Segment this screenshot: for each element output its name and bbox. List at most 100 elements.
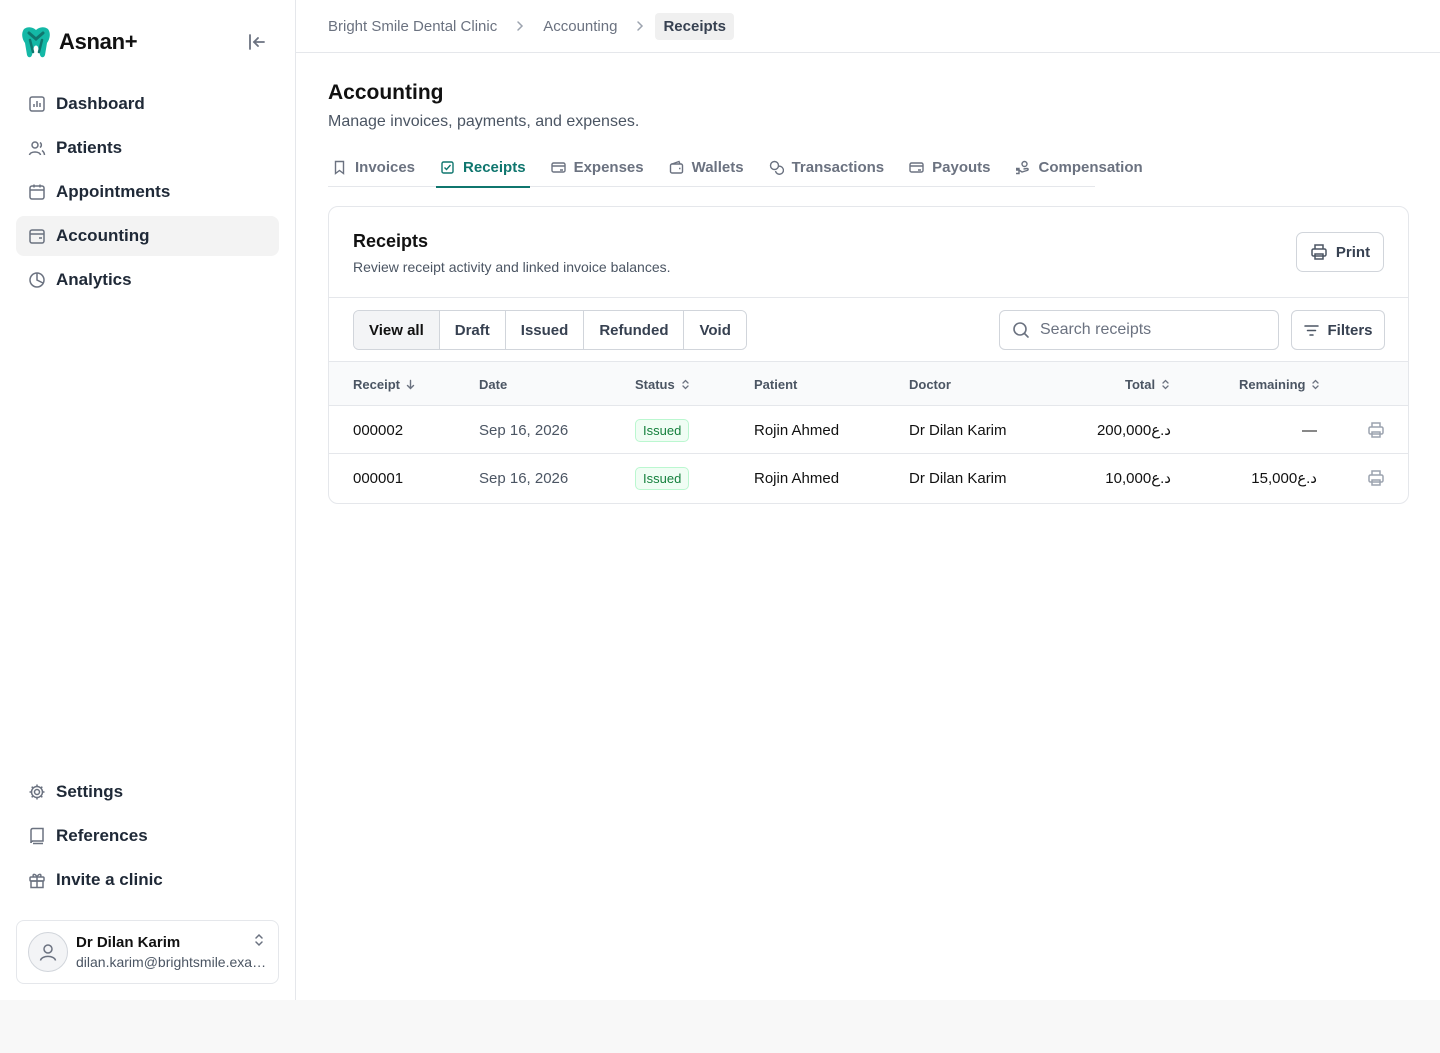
sidebar-bottom-nav: Settings References Invite a clinic [16, 772, 279, 904]
filter-issued[interactable]: Issued [505, 311, 585, 349]
sidebar-item-label: Patients [56, 138, 123, 157]
sidebar-item-patients[interactable]: Patients [16, 128, 279, 168]
book-icon [30, 827, 44, 845]
column-label: Receipt [353, 376, 400, 392]
tab-invoices[interactable]: Invoices [328, 147, 419, 187]
sort-icon [1162, 379, 1169, 389]
card-icon [550, 161, 566, 173]
calendar-icon [29, 184, 45, 200]
sidebar-item-accounting[interactable]: Accounting [16, 216, 279, 256]
tab-label: Invoices [355, 158, 416, 176]
print-label: Print [1335, 243, 1371, 261]
chart-icon [29, 96, 45, 112]
hand-coins-icon [1016, 160, 1030, 174]
filter-lines-icon [1304, 324, 1320, 336]
gift-icon [29, 873, 45, 889]
sidebar-item-label: Dashboard [56, 94, 145, 113]
sidebar-item-settings[interactable]: Settings [16, 772, 279, 812]
filter-draft[interactable]: Draft [439, 311, 506, 349]
cell-patient: Rojin Ahmed [754, 421, 840, 439]
tab-receipts[interactable]: Receipts [436, 147, 530, 188]
breadcrumb-clinic[interactable]: Bright Smile Dental Clinic [328, 18, 497, 35]
search-input[interactable] [1040, 321, 1260, 339]
sort-icon [682, 379, 689, 389]
avatar [28, 932, 68, 972]
sidebar-item-label: Analytics [56, 270, 132, 289]
filter-void[interactable]: Void [684, 311, 746, 349]
bookmark-icon [334, 160, 345, 175]
tab-compensation[interactable]: Compensation [1011, 147, 1146, 187]
column-header-remaining[interactable]: Remaining [1239, 362, 1321, 406]
filters-label: Filters [1327, 321, 1373, 339]
cell-receipt: 000002 [353, 421, 404, 439]
status-badge: Issued [635, 466, 690, 490]
tab-label: Expenses [573, 158, 644, 176]
logo: Asnan+ [20, 24, 276, 60]
sort-icon [1312, 379, 1320, 389]
cell-status: Issued [635, 406, 690, 454]
tab-wallets[interactable]: Wallets [665, 147, 748, 187]
check-square-icon [441, 160, 454, 174]
column-label: Total [1125, 376, 1156, 392]
cell-total: 200,000د.ع [1096, 422, 1171, 439]
wallet-icon [669, 160, 683, 174]
printer-icon[interactable] [1367, 469, 1385, 487]
sidebar: Asnan+ Dashboard Patients Appointments A… [0, 0, 296, 1000]
tooth-logo-icon [22, 27, 50, 58]
sidebar-item-references[interactable]: References [16, 816, 279, 856]
sidebar-item-dashboard[interactable]: Dashboard [16, 84, 279, 124]
table-row[interactable]: 000001 Sep 16, 2026 Issued Rojin Ahmed D… [329, 454, 1408, 502]
filter-refunded[interactable]: Refunded [584, 311, 685, 349]
tab-expenses[interactable]: Expenses [547, 147, 648, 187]
sidebar-item-analytics[interactable]: Analytics [16, 260, 279, 300]
cell-remaining: — [1302, 421, 1317, 439]
column-header-status[interactable]: Status [635, 362, 691, 406]
tab-label: Transactions [791, 158, 885, 176]
breadcrumb-receipts: Receipts [655, 12, 734, 40]
tab-label: Receipts [463, 158, 526, 176]
column-header-total[interactable]: Total [1125, 362, 1171, 406]
app-name: Asnan+ [59, 29, 138, 54]
tab-transactions[interactable]: Transactions [765, 147, 889, 187]
sidebar-item-label: Accounting [56, 226, 150, 245]
sidebar-item-label: Appointments [56, 182, 171, 201]
sidebar-item-invite[interactable]: Invite a clinic [16, 860, 279, 900]
column-header-receipt[interactable]: Receipt [353, 362, 416, 406]
card-subtitle: Review receipt activity and linked invoi… [353, 259, 671, 275]
column-header-date: Date [479, 362, 507, 406]
filters-button[interactable]: Filters [1291, 310, 1385, 350]
user-icon [39, 944, 57, 961]
collapse-sidebar-icon[interactable] [246, 31, 268, 53]
accounting-tabs: Invoices Receipts Expenses Wallets Trans… [328, 147, 1143, 188]
filter-view-all[interactable]: View all [354, 311, 440, 349]
print-button[interactable]: Print [1296, 232, 1384, 272]
cell-receipt: 000001 [353, 469, 404, 487]
column-label: Status [635, 376, 675, 392]
tab-payouts[interactable]: Payouts [905, 147, 994, 187]
table-header: Receipt Date Status Patient Doctor Total [329, 362, 1408, 406]
coins-icon [769, 160, 784, 175]
search-icon [1013, 322, 1029, 338]
printer-icon[interactable] [1367, 421, 1385, 439]
card-out-icon [909, 161, 924, 173]
wallet-icon [29, 229, 45, 244]
cell-date: Sep 16, 2026 [479, 469, 569, 487]
breadcrumb: Bright Smile Dental Clinic Accounting Re… [328, 12, 734, 40]
user-name: Dr Dilan Karim [76, 934, 181, 951]
user-menu[interactable]: Dr Dilan Karim dilan.karim@brightsmile.e… [16, 920, 279, 984]
table-row[interactable]: 000002 Sep 16, 2026 Issued Rojin Ahmed D… [329, 406, 1408, 454]
page-title: Accounting [328, 81, 444, 104]
breadcrumb-accounting[interactable]: Accounting [543, 18, 617, 35]
printer-icon [1311, 244, 1327, 260]
column-label: Doctor [909, 376, 951, 392]
page-subtitle: Manage invoices, payments, and expenses. [328, 113, 640, 130]
status-badge: Issued [635, 418, 690, 442]
users-icon [28, 141, 46, 156]
cell-total: 10,000د.ع [1105, 470, 1171, 487]
receipts-toolbar: View all Draft Issued Refunded Void Filt… [329, 297, 1408, 362]
sidebar-item-appointments[interactable]: Appointments [16, 172, 279, 212]
cell-status: Issued [635, 454, 690, 502]
chevron-right-icon [517, 21, 524, 31]
cell-remaining: 15,000د.ع [1251, 470, 1317, 487]
column-label: Remaining [1239, 376, 1306, 392]
